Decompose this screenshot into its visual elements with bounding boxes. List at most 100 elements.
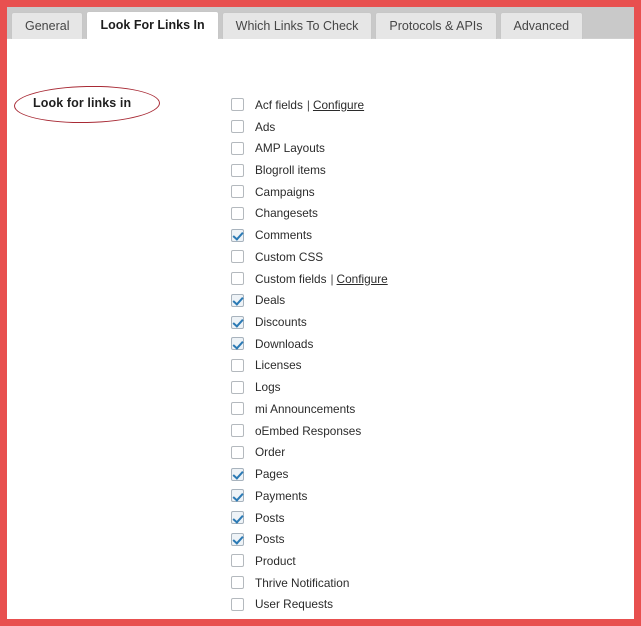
checkbox-label: User Requests bbox=[255, 597, 333, 611]
checkbox-order[interactable] bbox=[231, 445, 244, 459]
list-item[interactable]: Custom fields | Configure bbox=[231, 268, 561, 290]
checkbox-label-text: Order bbox=[255, 445, 286, 460]
checkbox-label-text: Downloads bbox=[255, 336, 314, 351]
checkbox-label: AMP Layouts bbox=[255, 141, 325, 155]
checkbox-label-text: Custom fields bbox=[255, 271, 327, 286]
checkbox-label-text: AMP Layouts bbox=[255, 141, 325, 156]
list-item[interactable]: Posts bbox=[231, 507, 561, 529]
list-item[interactable]: Pages bbox=[231, 463, 561, 485]
checkbox-label-text: User Requests bbox=[255, 597, 334, 612]
list-item[interactable]: Logs bbox=[231, 376, 561, 398]
checkbox-label: mi Announcements bbox=[255, 402, 355, 416]
checkbox-downloads[interactable] bbox=[231, 337, 244, 351]
checkbox-comments[interactable] bbox=[231, 228, 244, 242]
screenshot-root: General Look For Links In Which Links To C… bbox=[0, 0, 641, 626]
list-item[interactable]: AMP Layouts bbox=[231, 137, 561, 159]
checkbox-label: Logs bbox=[255, 380, 281, 394]
list-item[interactable]: Product bbox=[231, 550, 561, 572]
list-item[interactable]: mi Announcements bbox=[231, 398, 561, 420]
checkbox-licenses[interactable] bbox=[231, 358, 244, 372]
checkbox-user-requests[interactable] bbox=[231, 597, 244, 611]
list-item[interactable]: Downloads bbox=[231, 333, 561, 355]
checkbox-logs[interactable] bbox=[231, 380, 244, 394]
list-item[interactable]: Thrive Notification bbox=[231, 572, 561, 594]
list-item[interactable]: User Requests bbox=[231, 594, 561, 616]
list-item[interactable]: Order bbox=[231, 442, 561, 464]
tab-panel-look-for-links-in: Look for links in Acf fields | Configure Ad… bbox=[7, 39, 634, 619]
checkbox-mi-announcements[interactable] bbox=[231, 402, 244, 416]
checkbox-thrive-notification[interactable] bbox=[231, 576, 244, 590]
checkbox-amp-layouts[interactable] bbox=[231, 141, 244, 155]
tab-protocols-apis[interactable]: Protocols & APIs bbox=[375, 12, 497, 39]
checkbox-label-text: Product bbox=[255, 553, 296, 568]
list-item[interactable]: Deals bbox=[231, 289, 561, 311]
list-item[interactable]: Licenses bbox=[231, 355, 561, 377]
list-item[interactable]: Posts bbox=[231, 528, 561, 550]
checkbox-pages[interactable] bbox=[231, 467, 244, 481]
checkbox-label: Order bbox=[255, 445, 285, 459]
checkbox-posts[interactable] bbox=[231, 532, 244, 546]
checkbox-product[interactable] bbox=[231, 554, 244, 568]
checkbox-label: Pages bbox=[255, 467, 288, 481]
list-item[interactable]: Comments bbox=[231, 224, 561, 246]
checkbox-label-text: Discounts bbox=[255, 315, 307, 330]
checkbox-changesets[interactable] bbox=[231, 206, 244, 220]
checkbox-label-text: Thrive Notification bbox=[255, 575, 350, 590]
label-separator: | bbox=[306, 97, 310, 112]
checkbox-label-text: Ads bbox=[255, 119, 276, 134]
checkbox-label-text: Campaigns bbox=[255, 184, 315, 199]
checkbox-custom-css[interactable] bbox=[231, 250, 244, 264]
list-item[interactable]: Payments bbox=[231, 485, 561, 507]
checkbox-deals[interactable] bbox=[231, 293, 244, 307]
settings-page: General Look For Links In Which Links To C… bbox=[7, 7, 634, 619]
tab-general[interactable]: General bbox=[11, 12, 84, 39]
checkbox-label-text: Changesets bbox=[255, 206, 318, 221]
checkbox-blogroll-items[interactable] bbox=[231, 163, 244, 177]
page-title: Look for links in bbox=[33, 96, 132, 110]
list-item[interactable]: Blogroll items bbox=[231, 159, 561, 181]
checkbox-posts[interactable] bbox=[231, 511, 244, 525]
checkbox-label-text: Posts bbox=[255, 510, 285, 525]
checkbox-label-text: Deals bbox=[255, 293, 286, 308]
list-item[interactable]: Discounts bbox=[231, 311, 561, 333]
tab-strip: General Look For Links In Which Links To C… bbox=[11, 11, 584, 39]
checkbox-ads[interactable] bbox=[231, 120, 244, 134]
checkbox-discounts[interactable] bbox=[231, 315, 244, 329]
checkbox-label-text: Licenses bbox=[255, 358, 302, 373]
checkbox-label-text: Logs bbox=[255, 380, 281, 395]
checkbox-label: Ads bbox=[255, 120, 275, 134]
checkbox-acf-fields[interactable] bbox=[231, 98, 244, 112]
tab-which-links-to-check[interactable]: Which Links To Check bbox=[221, 12, 373, 39]
list-item[interactable]: Campaigns bbox=[231, 181, 561, 203]
checkbox-label-text: mi Announcements bbox=[255, 401, 356, 416]
checkbox-label: Campaigns bbox=[255, 185, 315, 199]
tab-advanced[interactable]: Advanced bbox=[499, 12, 584, 39]
checkbox-label: Deals bbox=[255, 293, 285, 307]
checkbox-oembed-responses[interactable] bbox=[231, 424, 244, 438]
list-item[interactable]: Acf fields | Configure bbox=[231, 94, 561, 116]
checkbox-label: Thrive Notification bbox=[255, 576, 349, 590]
checkbox-label: Comments bbox=[255, 228, 312, 242]
checkbox-label: Downloads bbox=[255, 337, 313, 351]
checkbox-label-text: oEmbed Responses bbox=[255, 423, 362, 438]
checkbox-label-text: Payments bbox=[255, 488, 308, 503]
list-item[interactable]: oEmbed Responses bbox=[231, 420, 561, 442]
list-item[interactable]: Ads bbox=[231, 116, 561, 138]
checkbox-campaigns[interactable] bbox=[231, 185, 244, 199]
tab-bar: General Look For Links In Which Links To C… bbox=[7, 7, 634, 39]
checkbox-label: Posts bbox=[255, 511, 285, 525]
checkbox-custom-fields[interactable] bbox=[231, 272, 244, 286]
checkbox-payments[interactable] bbox=[231, 489, 244, 503]
tab-look-for-links-in[interactable]: Look For Links In bbox=[86, 11, 219, 39]
configure-link[interactable]: Configure bbox=[313, 98, 364, 112]
configure-link[interactable]: Configure bbox=[337, 272, 388, 286]
list-item[interactable]: Changesets bbox=[231, 203, 561, 225]
checkbox-label: Changesets bbox=[255, 206, 318, 220]
checkbox-label-text: Pages bbox=[255, 467, 289, 482]
checkbox-label-text: Posts bbox=[255, 532, 285, 547]
checkbox-label-text: Custom CSS bbox=[255, 249, 324, 264]
checkbox-label: oEmbed Responses bbox=[255, 424, 361, 438]
list-item[interactable]: Videos bbox=[231, 615, 561, 619]
list-item[interactable]: Custom CSS bbox=[231, 246, 561, 268]
checkbox-label: Licenses bbox=[255, 358, 302, 372]
